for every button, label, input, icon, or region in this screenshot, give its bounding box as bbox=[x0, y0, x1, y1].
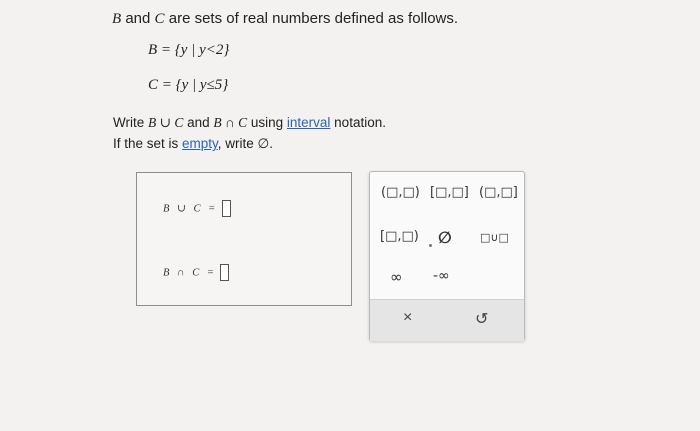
intro-and: and bbox=[121, 10, 155, 27]
clear-icon[interactable]: × bbox=[403, 309, 412, 327]
union-label: B ∪ C = bbox=[163, 203, 218, 215]
separator-dot bbox=[429, 244, 432, 247]
union-answer-input[interactable] bbox=[221, 200, 231, 217]
prompt-write: Write bbox=[113, 115, 149, 130]
palette-action-row: × ↺ bbox=[370, 299, 524, 341]
undo-icon[interactable]: ↺ bbox=[475, 309, 488, 329]
var-b: B bbox=[112, 11, 122, 27]
prompt-using: using bbox=[247, 115, 287, 130]
var-c: C bbox=[154, 11, 165, 27]
union-equation: B ∪ C = bbox=[163, 200, 231, 217]
prompt-empty-post: , write ∅. bbox=[217, 136, 274, 151]
infinity-button[interactable]: ∞ bbox=[390, 268, 403, 286]
intro-rest: are sets of real numbers defined as foll… bbox=[164, 10, 459, 27]
prompt-and: and bbox=[183, 115, 214, 130]
prompt-intersection: B ∩ C bbox=[213, 115, 248, 130]
interval-link[interactable]: interval bbox=[287, 115, 331, 130]
closed-open-interval-button[interactable]: [□,□) bbox=[380, 229, 419, 244]
empty-link[interactable]: empty bbox=[182, 136, 218, 151]
intersection-label: B ∩ C = bbox=[163, 267, 217, 279]
empty-set-button[interactable]: ∅ bbox=[438, 228, 452, 247]
negative-infinity-button[interactable]: -∞ bbox=[433, 268, 450, 284]
answer-box: B ∪ C = B ∩ C = bbox=[136, 172, 352, 306]
open-closed-interval-button[interactable]: (□,□] bbox=[479, 185, 518, 200]
problem-prompt: Write B ∪ C and B ∩ C using interval not… bbox=[113, 112, 386, 154]
intersection-answer-input[interactable] bbox=[220, 264, 230, 281]
prompt-union: B ∪ C bbox=[148, 115, 184, 130]
closed-closed-interval-button[interactable]: [□,□] bbox=[430, 185, 469, 200]
prompt-notation: notation. bbox=[330, 115, 386, 130]
problem-intro: B and C are sets of real numbers defined… bbox=[112, 10, 458, 28]
intersection-equation: B ∩ C = bbox=[163, 264, 230, 281]
set-c-definition: C = {y | y≤5} bbox=[148, 77, 229, 93]
open-open-interval-button[interactable]: (□,□) bbox=[381, 185, 420, 200]
set-b-definition: B = {y | y<2} bbox=[148, 42, 230, 58]
math-palette: (□,□) [□,□] (□,□] [□,□) ∅ □∪□ ∞ -∞ × ↺ bbox=[369, 171, 525, 341]
union-button[interactable]: □∪□ bbox=[480, 231, 509, 244]
prompt-empty-pre: If the set is bbox=[113, 136, 183, 151]
